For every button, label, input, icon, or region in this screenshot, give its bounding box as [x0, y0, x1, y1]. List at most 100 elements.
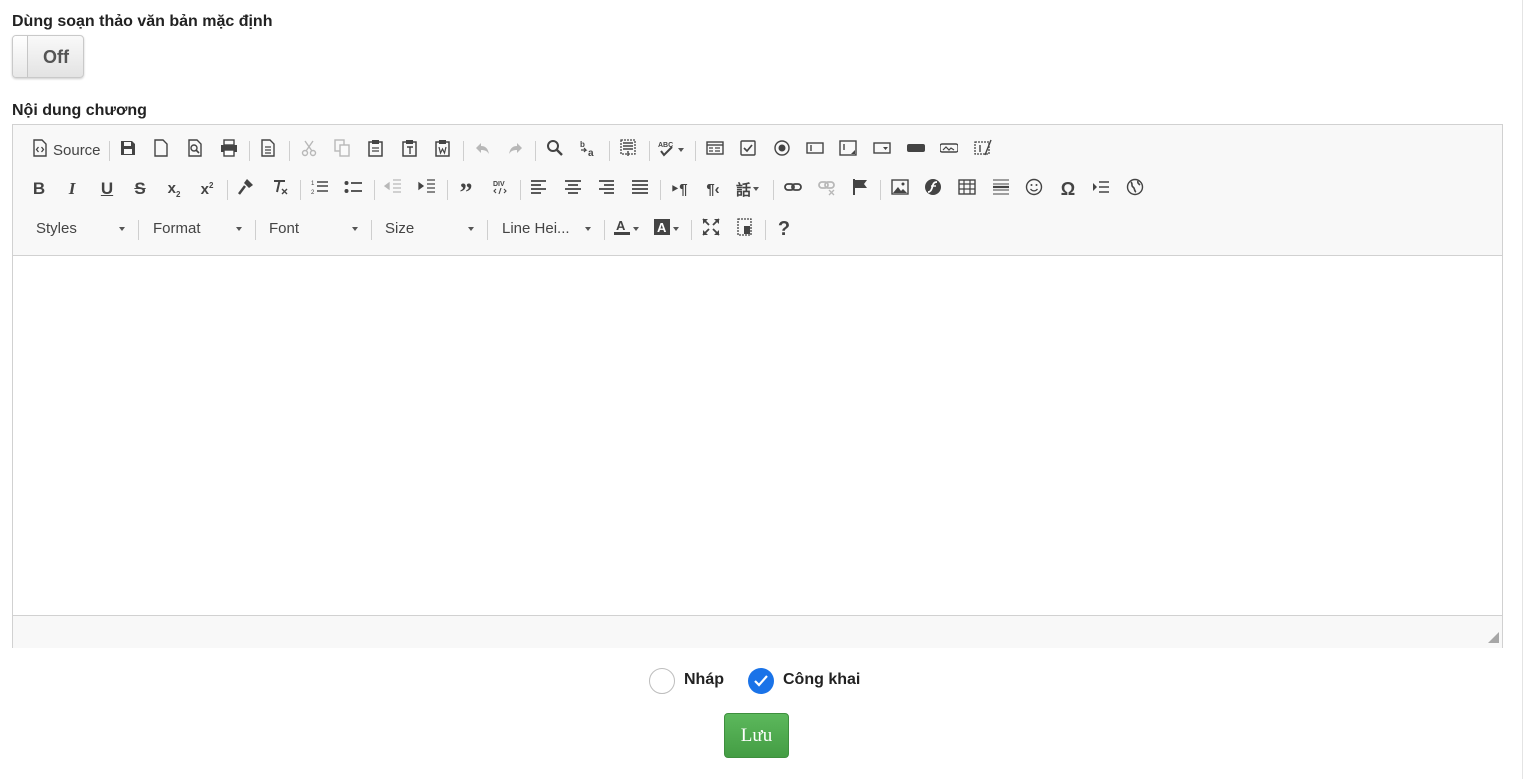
strike-button[interactable]: S [128, 177, 152, 201]
numbered-list-button[interactable]: 12 [308, 177, 332, 201]
align-right-button[interactable] [594, 177, 618, 201]
toggle-knob[interactable] [13, 36, 28, 77]
select-field-button[interactable] [870, 138, 894, 162]
toolbar-row-2: B I U S x2 x2 12 ” DIV ‣¶ ¶‹ 話 Ω [13, 174, 1502, 206]
redo-icon [506, 139, 524, 162]
copy-format-button[interactable] [234, 177, 258, 201]
line-height-combo[interactable]: Line Hei... [497, 217, 595, 241]
find-button[interactable] [543, 138, 567, 162]
blockquote-button[interactable]: ” [454, 177, 478, 206]
select-all-button[interactable] [616, 138, 640, 162]
image-button-tool[interactable] [937, 138, 961, 162]
hidden-field-button[interactable] [971, 138, 995, 162]
smiley-button[interactable] [1022, 177, 1046, 201]
textfield-button[interactable] [803, 138, 827, 162]
preview-button[interactable] [183, 138, 207, 162]
remove-format-icon [271, 178, 289, 201]
select-all-icon [619, 138, 637, 162]
table-button[interactable] [955, 177, 979, 201]
checkbox-icon [739, 139, 757, 162]
format-combo[interactable]: Format [148, 217, 246, 241]
replace-button[interactable]: ba [576, 138, 600, 162]
iframe-button[interactable] [1123, 177, 1147, 201]
new-page-button[interactable] [149, 138, 173, 162]
editor-content-area[interactable] [13, 256, 1502, 615]
toolbar-separator [371, 220, 372, 240]
print-button[interactable] [217, 138, 241, 162]
remove-format-button[interactable] [268, 177, 292, 201]
checkbox-button[interactable] [736, 138, 760, 162]
button-field-button[interactable] [904, 138, 928, 162]
save-doc-button[interactable] [116, 138, 140, 162]
textfield-icon [806, 139, 824, 162]
italic-button[interactable]: I [60, 177, 84, 201]
table-icon [958, 178, 976, 201]
superscript-icon: x2 [200, 180, 214, 198]
underline-button[interactable]: U [95, 177, 119, 201]
align-center-button[interactable] [561, 177, 585, 201]
replace-icon: ba [579, 139, 597, 162]
page-break-button[interactable] [1089, 177, 1113, 201]
indent-button[interactable] [415, 177, 439, 201]
default-editor-toggle[interactable]: Off [12, 35, 84, 78]
text-color-button[interactable]: A [611, 217, 641, 241]
help-button[interactable]: ? [772, 217, 796, 241]
align-left-button[interactable] [527, 177, 551, 201]
textarea-button[interactable] [836, 138, 860, 162]
resize-handle[interactable] [1488, 632, 1499, 643]
paste-button[interactable] [364, 138, 388, 162]
undo-button[interactable] [471, 138, 495, 162]
subscript-button[interactable]: x2 [162, 177, 186, 201]
chevron-down-icon [236, 227, 242, 231]
font-combo[interactable]: Font [264, 217, 362, 241]
special-char-icon: Ω [1060, 178, 1076, 199]
check-icon [754, 675, 768, 687]
link-icon [784, 178, 802, 201]
toolbar-separator [660, 180, 661, 200]
strike-icon: S [134, 179, 146, 198]
styles-combo[interactable]: Styles [31, 217, 129, 241]
superscript-button[interactable]: x2 [195, 177, 219, 201]
image-insert-button[interactable] [888, 177, 912, 201]
bg-color-button[interactable]: A [651, 217, 681, 241]
bulleted-list-icon [344, 178, 362, 201]
flash-button[interactable] [921, 177, 945, 201]
status-draft-radio[interactable] [649, 668, 675, 694]
bulleted-list-button[interactable] [341, 177, 365, 201]
radio-button-tool[interactable] [770, 138, 794, 162]
status-draft-label[interactable]: Nháp [684, 671, 724, 689]
show-blocks-button[interactable] [733, 217, 757, 241]
dropdown-arrow [678, 148, 684, 152]
justify-button[interactable] [628, 177, 652, 201]
source-button[interactable]: Source [29, 138, 103, 162]
status-public-radio[interactable] [748, 668, 774, 694]
maximize-button[interactable] [699, 217, 723, 241]
cut-button[interactable] [297, 138, 321, 162]
status-public-label[interactable]: Công khai [783, 671, 860, 689]
toolbar-separator [227, 180, 228, 200]
redo-button[interactable] [503, 138, 527, 162]
outdent-button[interactable] [381, 177, 405, 201]
copy-button[interactable] [330, 138, 354, 162]
templates-button[interactable] [256, 138, 280, 162]
font-label: Font [269, 220, 300, 237]
special-char-button[interactable]: Ω [1056, 177, 1080, 201]
unlink-button[interactable] [815, 177, 839, 201]
copy-icon [333, 138, 351, 162]
save-button[interactable]: Lưu [724, 713, 789, 758]
paste-text-button[interactable] [398, 138, 422, 162]
language-button[interactable]: 話 [734, 177, 761, 201]
form-button[interactable] [703, 138, 727, 162]
rtl-button[interactable]: ¶‹ [701, 177, 725, 201]
image-icon [891, 178, 909, 201]
link-button[interactable] [781, 177, 805, 201]
ltr-button[interactable]: ‣¶ [667, 177, 691, 201]
size-combo[interactable]: Size [380, 217, 478, 241]
bold-button[interactable]: B [27, 177, 51, 201]
div-button[interactable]: DIV [488, 177, 512, 201]
radio-icon [773, 139, 791, 162]
spellcheck-button[interactable]: ABC [656, 138, 686, 162]
anchor-button[interactable] [848, 177, 872, 201]
paste-word-button[interactable] [431, 138, 455, 162]
horizontal-rule-button[interactable] [989, 177, 1013, 201]
